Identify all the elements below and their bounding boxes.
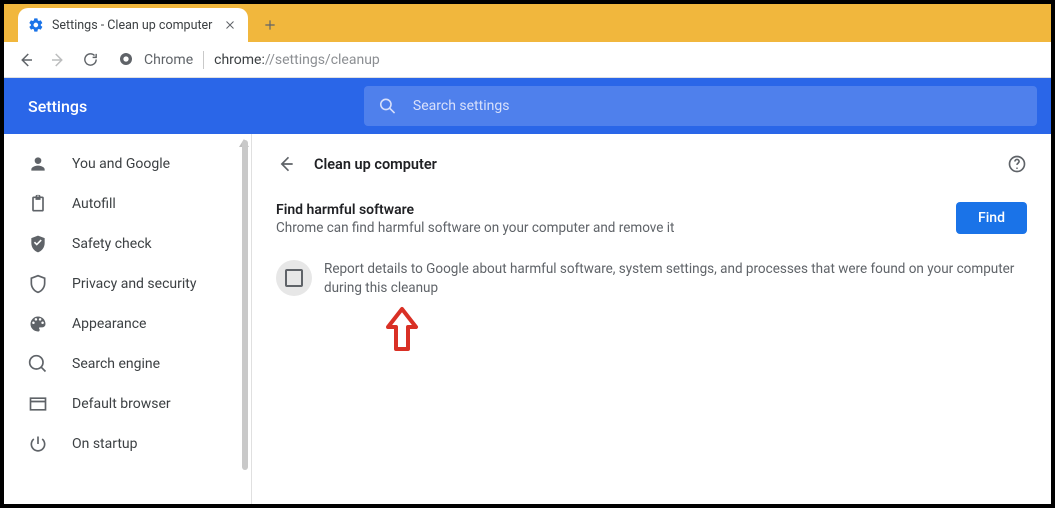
browser-toolbar: Chrome chrome://settings/cleanup: [4, 42, 1051, 78]
tab-strip: Settings - Clean up computer: [4, 4, 1051, 42]
address-bar[interactable]: Chrome chrome://settings/cleanup: [108, 51, 1043, 69]
gear-icon: [28, 17, 44, 33]
power-icon: [28, 434, 48, 454]
checkbox-icon: [285, 269, 303, 287]
find-harmful-section: Find harmful software Chrome can find ha…: [276, 202, 1027, 236]
report-checkbox[interactable]: [276, 260, 312, 296]
section-desc: Chrome can find harmful software on your…: [276, 220, 936, 236]
sidebar-label: You and Google: [72, 156, 170, 172]
sidebar-label: Default browser: [72, 396, 171, 412]
sidebar-item-appearance[interactable]: Appearance: [4, 304, 252, 344]
report-row: Report details to Google about harmful s…: [276, 260, 1027, 298]
search-icon: [378, 96, 397, 116]
sidebar-label: Privacy and security: [72, 276, 196, 292]
help-icon[interactable]: [1007, 154, 1027, 174]
settings-title: Settings: [4, 97, 364, 116]
sidebar-item-privacy[interactable]: Privacy and security: [4, 264, 252, 304]
person-icon: [28, 154, 48, 174]
sidebar-item-you-and-google[interactable]: You and Google: [4, 144, 252, 184]
sidebar-label: On startup: [72, 436, 138, 452]
close-icon[interactable]: [222, 17, 238, 33]
page-back-button[interactable]: [276, 154, 296, 174]
omnibox-url: chrome://settings/cleanup: [214, 52, 380, 68]
search-icon: [28, 354, 48, 374]
sidebar-label: Autofill: [72, 196, 116, 212]
forward-button[interactable]: [44, 46, 72, 74]
window-icon: [28, 394, 48, 414]
palette-icon: [28, 314, 48, 334]
new-tab-button[interactable]: [256, 11, 284, 39]
settings-header: Settings: [4, 78, 1051, 134]
sidebar-item-autofill[interactable]: Autofill: [4, 184, 252, 224]
content-area: You and Google Autofill Safety check Pri…: [4, 134, 1051, 504]
shield-icon: [28, 274, 48, 294]
main-panel: Clean up computer Find harmful software …: [252, 134, 1051, 504]
omnibox-separator: [203, 51, 204, 69]
section-title: Find harmful software: [276, 202, 936, 218]
browser-tab[interactable]: Settings - Clean up computer: [18, 8, 248, 42]
sidebar-item-safety-check[interactable]: Safety check: [4, 224, 252, 264]
sidebar-label: Appearance: [72, 316, 146, 332]
sidebar-item-search-engine[interactable]: Search engine: [4, 344, 252, 384]
clipboard-icon: [28, 194, 48, 214]
sidebar-label: Search engine: [72, 356, 160, 372]
omnibox-label: Chrome: [144, 52, 193, 68]
scrollbar-thumb[interactable]: [242, 140, 248, 470]
page-title: Clean up computer: [314, 156, 1007, 173]
sidebar-item-default-browser[interactable]: Default browser: [4, 384, 252, 424]
reload-button[interactable]: [76, 46, 104, 74]
page-header: Clean up computer: [276, 154, 1027, 174]
chrome-icon: [118, 51, 136, 69]
find-button[interactable]: Find: [956, 202, 1027, 234]
search-settings[interactable]: [364, 86, 1037, 126]
tab-title: Settings - Clean up computer: [52, 18, 214, 33]
shield-check-icon: [28, 234, 48, 254]
sidebar: You and Google Autofill Safety check Pri…: [4, 134, 252, 504]
report-text: Report details to Google about harmful s…: [324, 260, 1027, 298]
search-input[interactable]: [413, 98, 1023, 114]
back-button[interactable]: [12, 46, 40, 74]
sidebar-item-on-startup[interactable]: On startup: [4, 424, 252, 464]
sidebar-label: Safety check: [72, 236, 152, 252]
